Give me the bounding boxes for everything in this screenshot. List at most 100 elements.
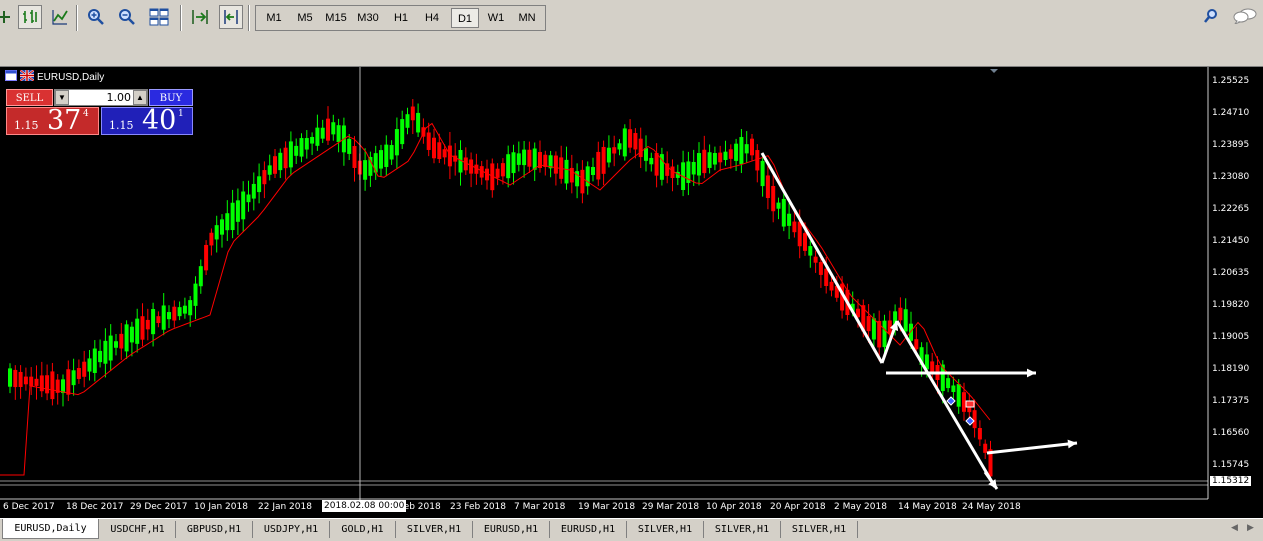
tab-eurusd-h1[interactable]: EURUSD,H1: [550, 521, 627, 538]
candle-body: [712, 153, 717, 165]
date-label: 7 Mar 2018: [514, 502, 566, 512]
timeframe-h1[interactable]: H1: [387, 8, 415, 28]
bar-chart-icon[interactable]: [18, 5, 42, 29]
date-label: 22 Jan 2018: [258, 502, 312, 512]
timeframe-m15[interactable]: M15: [322, 8, 350, 28]
candle-body: [108, 335, 113, 361]
timeframe-m5[interactable]: M5: [291, 8, 319, 28]
chart-shift-icon[interactable]: [219, 5, 243, 29]
candle-body: [161, 305, 166, 330]
timeframe-toolbar: M1 M5 M15 M30 H1 H4 D1 W1 MN: [255, 5, 546, 31]
sell-price-button[interactable]: 1.15 37 4: [6, 105, 99, 136]
candle-body: [119, 333, 124, 349]
candle-body: [564, 159, 569, 184]
chat-icon[interactable]: [1233, 8, 1257, 27]
tab-scroll-left-icon[interactable]: ◀: [1231, 522, 1238, 533]
tab-eurusd-daily[interactable]: EURUSD,Daily: [2, 519, 99, 539]
tab-usdchf-h1[interactable]: USDCHF,H1: [100, 521, 176, 538]
timeframe-mn[interactable]: MN: [513, 8, 541, 28]
candle-body: [527, 149, 532, 167]
buy-price-button[interactable]: 1.15 40 1: [101, 105, 193, 136]
crosshair-icon[interactable]: [0, 5, 16, 29]
auto-scroll-icon[interactable]: [188, 5, 212, 29]
candle-body: [13, 369, 18, 388]
candle-body: [956, 384, 961, 407]
candle-body: [92, 348, 97, 373]
price-label: 1.24710: [1212, 108, 1250, 118]
candle-body: [750, 138, 754, 156]
projection-arrow-right: [986, 441, 1078, 455]
candle-body: [61, 379, 65, 394]
candle-body: [882, 320, 887, 348]
candle-body: [522, 149, 527, 166]
tab-silver-h1[interactable]: SILVER,H1: [627, 521, 704, 538]
tab-usdjpy-h1[interactable]: USDJPY,H1: [253, 521, 330, 538]
timeframe-h4[interactable]: H4: [418, 8, 446, 28]
lot-increase-button[interactable]: ▲: [133, 90, 147, 105]
price-label: 1.20635: [1212, 268, 1250, 278]
candle-body: [951, 385, 956, 393]
candle-body: [76, 368, 81, 379]
candle-body: [416, 112, 421, 133]
candle-body: [500, 163, 505, 177]
toolbar-separator: [76, 5, 78, 31]
candle-body: [622, 128, 627, 157]
candle-body: [384, 144, 389, 167]
lot-decrease-button[interactable]: ▼: [55, 90, 69, 105]
tab-gbpusd-h1[interactable]: GBPUSD,H1: [176, 521, 253, 538]
candle-body: [649, 157, 654, 165]
trade-marker: [965, 400, 975, 408]
tab-silver-h1[interactable]: SILVER,H1: [781, 521, 858, 538]
candle-body: [209, 232, 214, 246]
sell-price-prefix: 1.15: [14, 119, 39, 132]
candle-body: [304, 138, 309, 150]
line-chart-icon[interactable]: [48, 5, 72, 29]
candle-body: [818, 262, 823, 275]
candle-body: [193, 283, 198, 306]
price-label: 1.23080: [1212, 172, 1250, 182]
tab-scroll-right-icon[interactable]: ▶: [1247, 522, 1254, 533]
tab-silver-h1[interactable]: SILVER,H1: [396, 521, 473, 538]
candle-body: [145, 319, 150, 330]
tab-gold-h1[interactable]: GOLD,H1: [330, 521, 396, 538]
sell-button[interactable]: SELL: [6, 89, 53, 106]
main-toolbar: M1 M5 M15 M30 H1 H4 D1 W1 MN: [0, 0, 1263, 36]
tile-windows-icon[interactable]: [147, 5, 171, 29]
tab-eurusd-h1[interactable]: EURUSD,H1: [473, 521, 550, 538]
chart-tabs-bar: EURUSD,Daily USDCHF,H1 GBPUSD,H1 USDJPY,…: [0, 518, 1263, 541]
search-icon[interactable]: [1203, 8, 1219, 27]
candle-body: [734, 143, 739, 161]
timeframe-m30[interactable]: M30: [354, 8, 382, 28]
zoom-in-icon[interactable]: [84, 5, 108, 29]
tab-silver-h1[interactable]: SILVER,H1: [704, 521, 781, 538]
candle-body: [273, 156, 277, 174]
price-label: 1.16560: [1212, 428, 1250, 438]
candle-body: [803, 233, 807, 251]
candle-body: [442, 149, 447, 158]
candle-body: [437, 142, 442, 160]
candle-body: [214, 225, 219, 240]
price-label: 1.25525: [1212, 76, 1250, 86]
candle-body: [251, 183, 256, 199]
buy-button[interactable]: BUY: [149, 89, 193, 106]
chart-title: EURUSD,Daily: [37, 71, 105, 83]
lot-size-input[interactable]: ▼ 1.00 ▲: [54, 89, 148, 106]
timeframe-m1[interactable]: M1: [260, 8, 288, 28]
candle-body: [697, 153, 701, 176]
timeframe-d1[interactable]: D1: [451, 8, 479, 28]
trend-arrow-down-1: [760, 152, 884, 364]
candle-body: [903, 309, 908, 332]
sell-price-fraction: 4: [83, 109, 89, 119]
date-label: 19 Mar 2018: [578, 502, 636, 512]
candle-body: [946, 378, 951, 389]
candle-body: [866, 316, 871, 332]
candle-body: [156, 316, 161, 324]
candle-body: [638, 138, 643, 158]
candle-body: [103, 340, 108, 364]
candle-body: [320, 127, 325, 139]
candle-body: [400, 119, 405, 145]
date-label: 29 Dec 2017: [130, 502, 188, 512]
timeframe-w1[interactable]: W1: [482, 8, 510, 28]
zoom-out-icon[interactable]: [115, 5, 139, 29]
candle-body: [135, 318, 140, 344]
